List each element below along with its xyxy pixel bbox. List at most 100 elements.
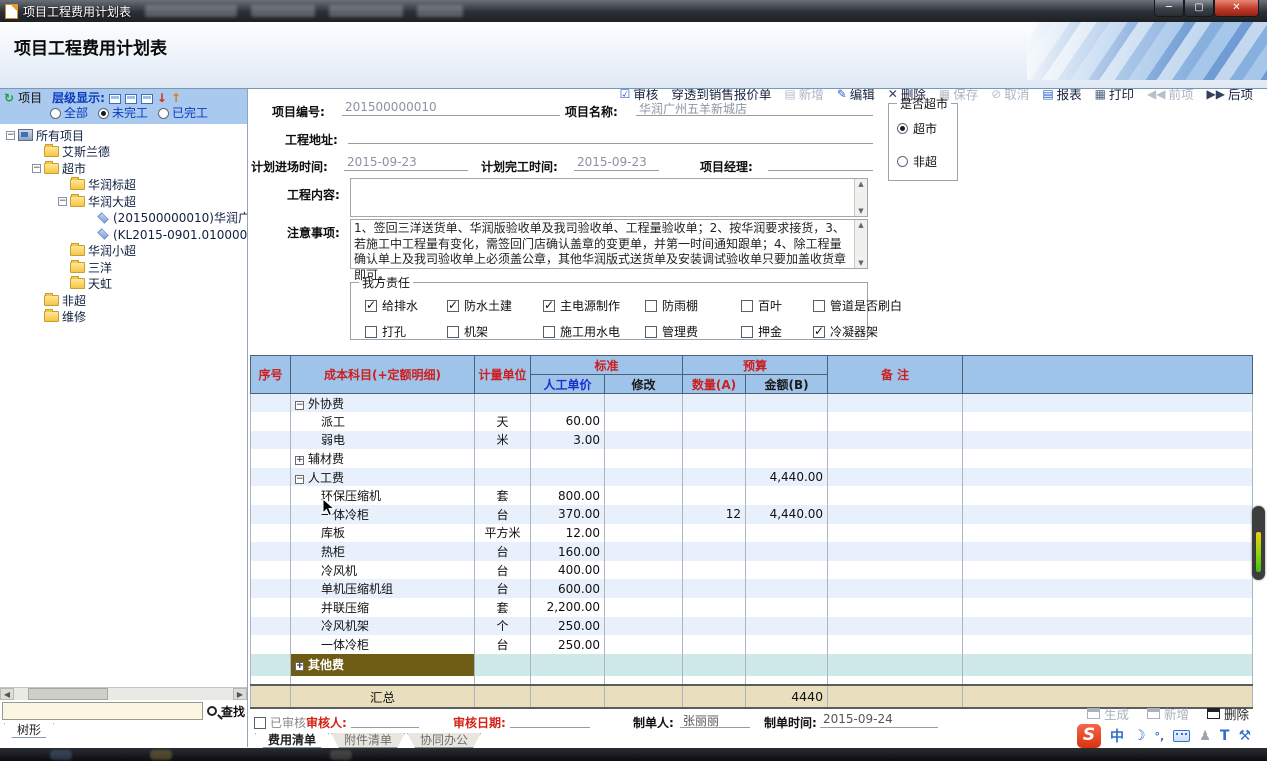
make-time-field[interactable]: 2015-09-24	[820, 712, 938, 728]
radio-icon[interactable]	[158, 108, 169, 119]
tree-item[interactable]: −超市	[0, 160, 247, 177]
toolbar-button-cancel[interactable]: ⊘取消	[991, 84, 1029, 103]
checkbox-icon[interactable]	[447, 326, 459, 338]
close-button[interactable]: ✕	[1214, 0, 1259, 17]
tab-费用清单[interactable]: 费用清单	[255, 733, 329, 748]
chinese-mode-icon[interactable]: 中	[1110, 726, 1124, 746]
tree-item[interactable]: (201500000010)华润广州	[0, 210, 247, 227]
project-no-field[interactable]: 201500000010	[342, 100, 560, 116]
tree-item[interactable]: 维修	[0, 309, 247, 326]
scroll-down-icon[interactable]: ▼	[858, 206, 863, 216]
radio-icon[interactable]	[50, 108, 61, 119]
keyboard-icon[interactable]	[1173, 730, 1190, 742]
checkbox-防雨棚[interactable]: 防雨棚	[645, 297, 698, 314]
toolbar-button-report[interactable]: ▤报表	[1042, 84, 1081, 103]
audit-date-field[interactable]	[510, 712, 590, 728]
scroll-left-icon[interactable]: ◀	[0, 688, 14, 700]
checkbox-icon[interactable]	[543, 326, 555, 338]
finish-date-field[interactable]: 2015-09-23	[574, 155, 659, 171]
tree-item[interactable]: 华润标超	[0, 177, 247, 194]
tools-icon[interactable]: ⚒	[1238, 728, 1251, 744]
address-field[interactable]	[348, 128, 873, 144]
checkbox-百叶[interactable]: 百叶	[741, 297, 782, 314]
taskbar-item[interactable]	[330, 750, 352, 760]
punctuation-icon[interactable]: °,	[1155, 730, 1165, 743]
scroll-down-icon[interactable]: ▼	[858, 258, 863, 268]
view-mode3-icon[interactable]	[141, 94, 153, 104]
checkbox-防水土建[interactable]: 防水土建	[447, 297, 512, 314]
table-row[interactable]: 弱电米3.00	[251, 431, 1253, 450]
table-row[interactable]	[251, 676, 1253, 685]
skin-icon[interactable]: T	[1220, 728, 1230, 744]
tree-item[interactable]: 三洋	[0, 259, 247, 276]
auditor-field[interactable]	[351, 712, 419, 728]
tab-附件清单[interactable]: 附件清单	[331, 733, 405, 748]
search-button[interactable]: 查找	[221, 703, 245, 720]
checkbox-打孔[interactable]: 打孔	[365, 323, 406, 340]
table-row[interactable]: 热柜台160.00	[251, 542, 1253, 561]
tree-item[interactable]: −华润大超	[0, 193, 247, 210]
checkbox-icon[interactable]	[543, 300, 555, 312]
taskbar-item[interactable]	[150, 750, 172, 760]
sogou-logo-icon[interactable]: S	[1077, 724, 1101, 748]
sort-down-icon[interactable]: ↓	[157, 91, 167, 106]
expand-icon[interactable]: +	[295, 662, 304, 671]
filter-全部[interactable]: 全部	[50, 106, 88, 121]
scroll-indicator[interactable]	[1252, 506, 1265, 580]
table-row[interactable]: 一体冷柜台370.00124,440.00	[251, 505, 1253, 524]
minimize-button[interactable]: ─	[1154, 0, 1184, 17]
search-input[interactable]	[2, 702, 203, 720]
account-icon[interactable]: ♟	[1199, 729, 1211, 744]
checkbox-冷凝器架[interactable]: 冷凝器架	[813, 323, 878, 340]
checkbox-管道是否刷白[interactable]: 管道是否刷白	[813, 297, 902, 314]
scrollbar-thumb[interactable]	[28, 688, 108, 700]
table-row[interactable]: +辅材费	[251, 449, 1253, 468]
tree-horizontal-scrollbar[interactable]: ◀ ▶	[0, 687, 247, 700]
moon-icon[interactable]: ☽	[1133, 728, 1146, 744]
table-row[interactable]: 单机压缩机组台600.00	[251, 579, 1253, 598]
tree-item[interactable]: 华润小超	[0, 243, 247, 260]
checkbox-icon[interactable]	[365, 326, 377, 338]
checkbox-押金[interactable]: 押金	[741, 323, 782, 340]
sort-up-icon[interactable]: ↑	[171, 91, 181, 106]
collapse-icon[interactable]: −	[58, 197, 67, 206]
content-scrollbar[interactable]: ▲▼	[854, 179, 867, 216]
collapse-icon[interactable]: −	[295, 475, 304, 484]
checkbox-icon[interactable]	[741, 300, 753, 312]
radio-非超[interactable]: 非超	[897, 153, 937, 170]
table-row[interactable]: 冷风机架个250.00	[251, 617, 1253, 636]
checkbox-管理费[interactable]: 管理费	[645, 323, 698, 340]
tree-item[interactable]: (KL2015-0901.0100001)华	[0, 226, 247, 243]
notes-textarea[interactable]: 1、签回三洋送货单、华润版验收单及我司验收单、工程量验收单；2、按华润要求接货，…	[350, 219, 868, 269]
table-row[interactable]: 库板平方米12.00	[251, 524, 1253, 543]
tree-item[interactable]: −所有项目	[0, 127, 247, 144]
table-row[interactable]: +其他费	[251, 654, 1253, 676]
table-row[interactable]: 并联压缩套2,200.00	[251, 598, 1253, 617]
checkbox-icon[interactable]	[447, 300, 459, 312]
view-mode2-icon[interactable]	[125, 94, 137, 104]
checkbox-icon[interactable]	[645, 300, 657, 312]
maker-field[interactable]: 张丽丽	[680, 712, 750, 728]
table-row[interactable]: −外协费	[251, 394, 1253, 413]
audited-checkbox[interactable]	[254, 717, 266, 729]
project-name-field[interactable]: 华润广州五羊新城店	[636, 100, 873, 116]
checkbox-icon[interactable]	[741, 326, 753, 338]
table-row[interactable]: 派工天60.00	[251, 412, 1253, 431]
collapse-icon[interactable]: −	[6, 131, 15, 140]
content-textarea[interactable]: ▲▼	[350, 178, 868, 217]
scroll-up-icon[interactable]: ▲	[858, 179, 863, 189]
radio-icon[interactable]	[98, 108, 109, 119]
tab-协同办公[interactable]: 协同办公	[407, 733, 481, 748]
tab-tree[interactable]: 树形	[4, 723, 54, 738]
radio-icon[interactable]	[897, 156, 908, 167]
tree-item[interactable]: 非超	[0, 292, 247, 309]
checkbox-icon[interactable]	[813, 300, 825, 312]
maximize-button[interactable]: ▢	[1184, 0, 1214, 17]
taskbar-item[interactable]	[50, 750, 72, 760]
checkbox-给排水[interactable]: 给排水	[365, 297, 418, 314]
checkbox-机架[interactable]: 机架	[447, 323, 488, 340]
table-row[interactable]: −人工费4,440.00	[251, 468, 1253, 487]
checkbox-icon[interactable]	[365, 300, 377, 312]
generate-button[interactable]: 生成	[1087, 704, 1129, 723]
table-row[interactable]: 环保压缩机套800.00	[251, 486, 1253, 505]
